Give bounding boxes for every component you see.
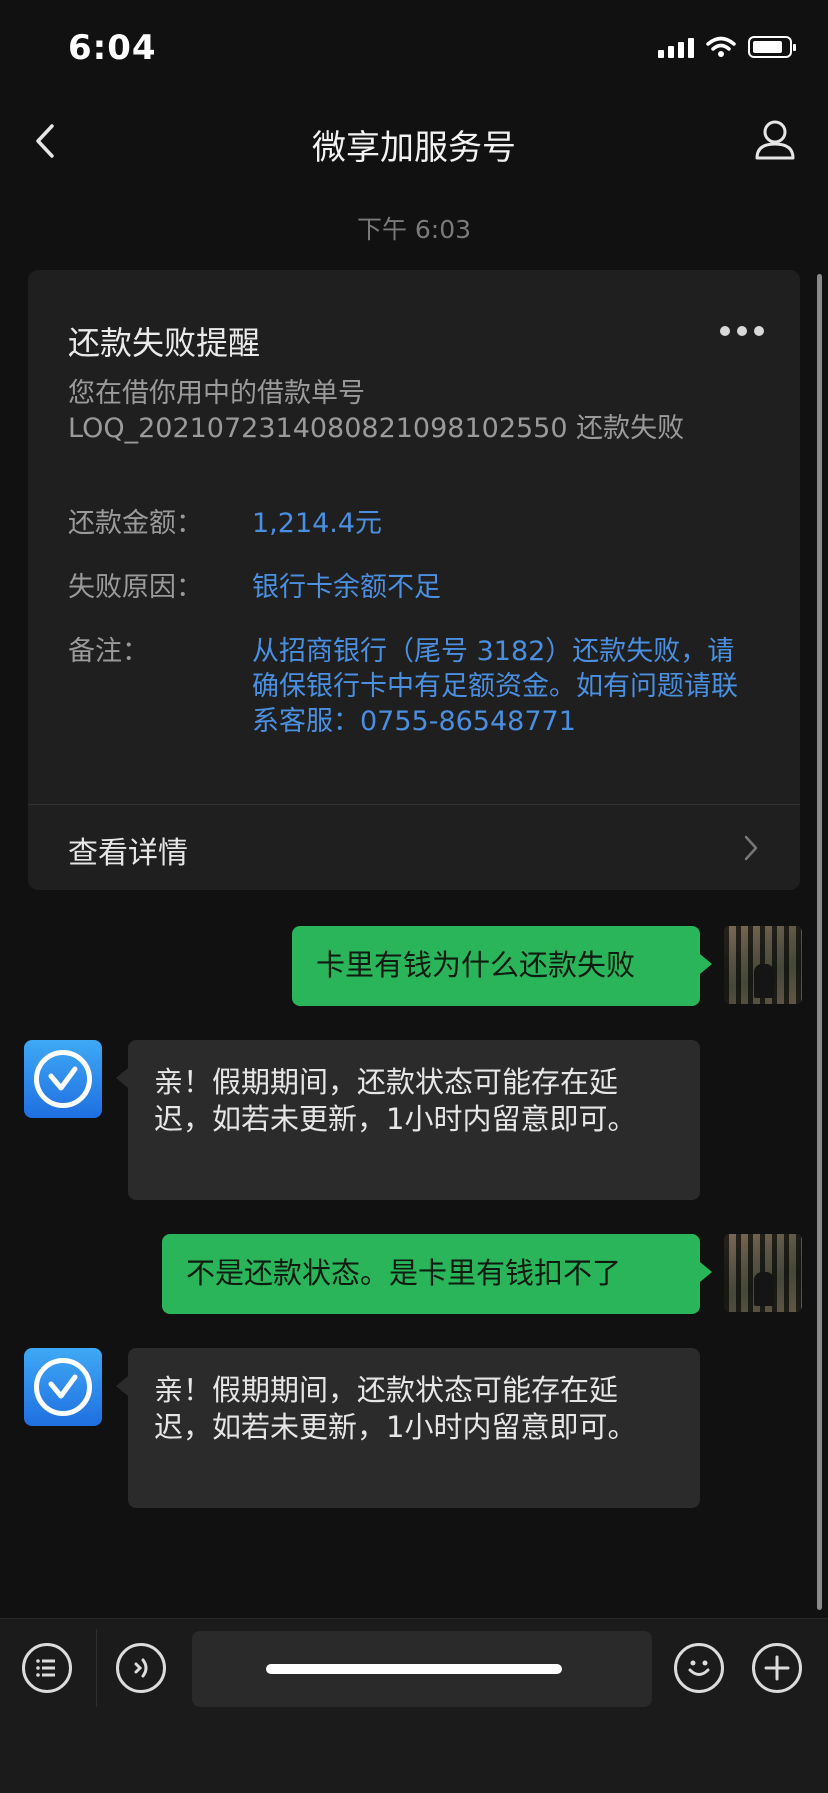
wifi-icon (706, 36, 736, 57)
avatar[interactable] (724, 926, 802, 1004)
view-details-link[interactable]: 查看详情 (28, 804, 800, 890)
page-title: 微享加服务号 (312, 128, 516, 168)
message-bubble-sent[interactable]: 不是还款状态。是卡里有钱扣不了 (162, 1234, 712, 1314)
row-label: 失败原因： (68, 572, 203, 603)
card-description: 您在借你用中的借款单号 LOQ_202107231408082109810255… (68, 378, 685, 444)
checkmark-icon (48, 1066, 78, 1091)
repayment-failure-card[interactable]: 还款失败提醒 您在借你用中的借款单号 LOQ_20210723140808210… (28, 270, 800, 890)
person-icon[interactable] (752, 116, 798, 164)
avatar[interactable] (724, 1234, 802, 1312)
avatar[interactable] (24, 1040, 102, 1118)
status-time: 6:04 (68, 28, 157, 68)
status-bar: 6:04 (0, 0, 828, 96)
message-bubble-received[interactable]: 亲！假期期间，还款状态可能存在延迟，如若未更新，1小时内留意即可。 (116, 1348, 700, 1508)
plus-icon[interactable] (752, 1643, 802, 1693)
row-value: 1,214.4元 (252, 508, 383, 539)
avatar[interactable] (24, 1348, 102, 1426)
view-details-label: 查看详情 (68, 836, 188, 871)
row-label: 还款金额： (68, 508, 203, 539)
voice-icon[interactable] (116, 1643, 166, 1693)
chevron-right-icon (744, 835, 758, 861)
message-bubble-sent[interactable]: 卡里有钱为什么还款失败 (292, 926, 712, 1006)
row-label: 备注： (68, 636, 149, 667)
scrollbar[interactable] (817, 274, 822, 1610)
battery-icon (748, 36, 796, 58)
ellipsis-icon[interactable] (720, 326, 764, 336)
row-value: 从招商银行（尾号 3182）还款失败，请确保银行卡中有足额资金。如有问题请联系客… (252, 636, 738, 737)
battery-level (753, 41, 782, 53)
checkmark-icon (48, 1374, 78, 1399)
card-title: 还款失败提醒 (68, 324, 261, 362)
status-icons (658, 36, 796, 58)
signal-icon (658, 36, 694, 58)
message-timestamp: 下午 6:03 (356, 215, 472, 244)
divider (96, 1629, 97, 1707)
home-indicator (266, 1664, 562, 1674)
message-bubble-received[interactable]: 亲！假期期间，还款状态可能存在延迟，如若未更新，1小时内留意即可。 (116, 1040, 700, 1200)
input-bar (0, 1618, 828, 1793)
menu-list-icon[interactable] (22, 1643, 72, 1693)
nav-bar: 微享加服务号 (0, 96, 828, 186)
row-value: 银行卡余额不足 (252, 572, 441, 603)
emoji-icon[interactable] (674, 1643, 724, 1693)
